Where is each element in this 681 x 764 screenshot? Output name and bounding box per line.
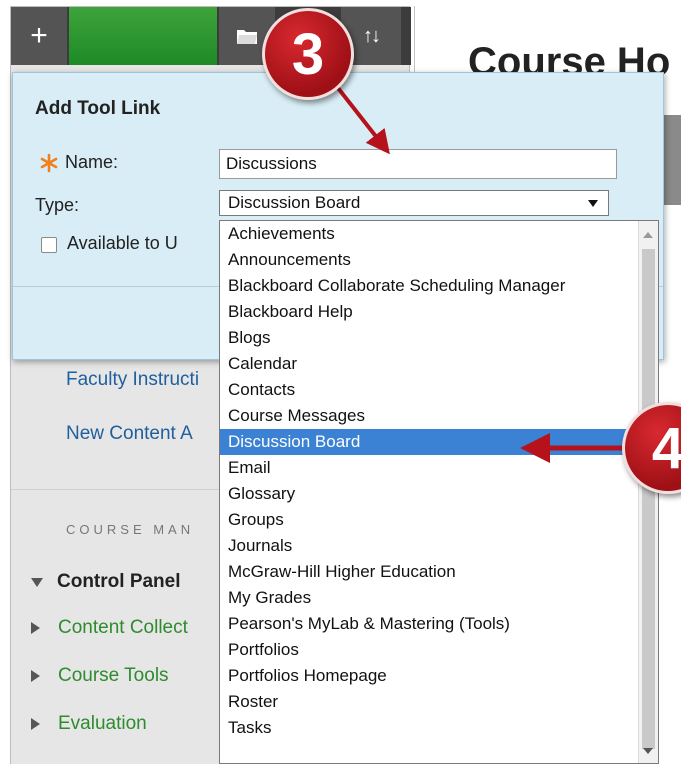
step-3-callout: 3 (262, 8, 354, 100)
dropdown-option[interactable]: Contacts (220, 377, 640, 403)
expand-right-icon (31, 670, 40, 682)
dropdown-option[interactable]: Glossary (220, 481, 640, 507)
dropdown-option[interactable]: Groups (220, 507, 640, 533)
control-panel-item-label: Evaluation (58, 713, 147, 734)
course-banner (69, 7, 217, 65)
scroll-down-icon[interactable] (643, 748, 653, 754)
dropdown-option[interactable]: McGraw-Hill Higher Education (220, 559, 640, 585)
dropdown-option[interactable]: Discussion Board (220, 429, 640, 455)
type-field-label: Type: (35, 195, 80, 215)
control-panel-item-course-tools[interactable]: Course Tools (31, 665, 169, 687)
dropdown-option[interactable]: Pearson's MyLab & Mastering (Tools) (220, 611, 640, 637)
chevron-down-icon (588, 200, 598, 207)
dropdown-option[interactable]: Portfolios Homepage (220, 663, 640, 689)
dropdown-option[interactable]: Tasks (220, 715, 640, 741)
scroll-up-icon[interactable] (643, 232, 653, 238)
expand-right-icon (31, 718, 40, 730)
type-dropdown-list[interactable]: Achievements Announcements Blackboard Co… (219, 220, 659, 764)
control-panel-item-evaluation[interactable]: Evaluation (31, 713, 147, 735)
dropdown-option[interactable]: Blackboard Collaborate Scheduling Manage… (220, 273, 640, 299)
control-panel-item-label: Course Tools (58, 665, 169, 686)
dropdown-option[interactable]: Journals (220, 533, 640, 559)
dropdown-option[interactable]: Blackboard Help (220, 299, 640, 325)
control-panel-toggle[interactable]: Control Panel (31, 571, 181, 593)
dropdown-option[interactable]: Email (220, 455, 640, 481)
control-panel-item-content-collection[interactable]: Content Collect (31, 617, 188, 639)
plus-icon[interactable]: + (11, 7, 67, 65)
available-to-users-checkbox[interactable] (41, 237, 57, 253)
dropdown-option[interactable]: Announcements (220, 247, 640, 273)
type-select-value: Discussion Board (228, 193, 361, 212)
required-star-icon (40, 153, 58, 173)
name-input[interactable] (219, 149, 617, 179)
dropdown-option[interactable]: Achievements (220, 221, 640, 247)
dropdown-option[interactable]: Calendar (220, 351, 640, 377)
type-select[interactable]: Discussion Board (219, 190, 609, 216)
dropdown-option[interactable]: Portfolios (220, 637, 640, 663)
expand-right-icon (31, 622, 40, 634)
popup-title: Add Tool Link (35, 98, 161, 119)
dropdown-option[interactable]: Course Messages (220, 403, 640, 429)
expand-down-icon (31, 577, 43, 587)
course-management-heading: COURSE MAN (66, 522, 195, 537)
menu-link-new-content[interactable]: New Content A (66, 423, 193, 445)
dropdown-option[interactable]: Roster (220, 689, 640, 715)
dropdown-option[interactable]: My Grades (220, 585, 640, 611)
dropdown-scrollbar[interactable] (638, 221, 658, 763)
dropdown-option[interactable]: Blogs (220, 325, 640, 351)
folder-icon-glyph (237, 30, 257, 44)
scrollbar-thumb[interactable] (642, 249, 655, 749)
name-field-label: Name: (65, 152, 119, 172)
control-panel-label: Control Panel (57, 571, 181, 592)
menu-link-faculty-instruction[interactable]: Faculty Instructi (66, 369, 199, 391)
available-to-users-label: Available to U (67, 233, 178, 253)
control-panel-item-label: Content Collect (58, 617, 188, 638)
